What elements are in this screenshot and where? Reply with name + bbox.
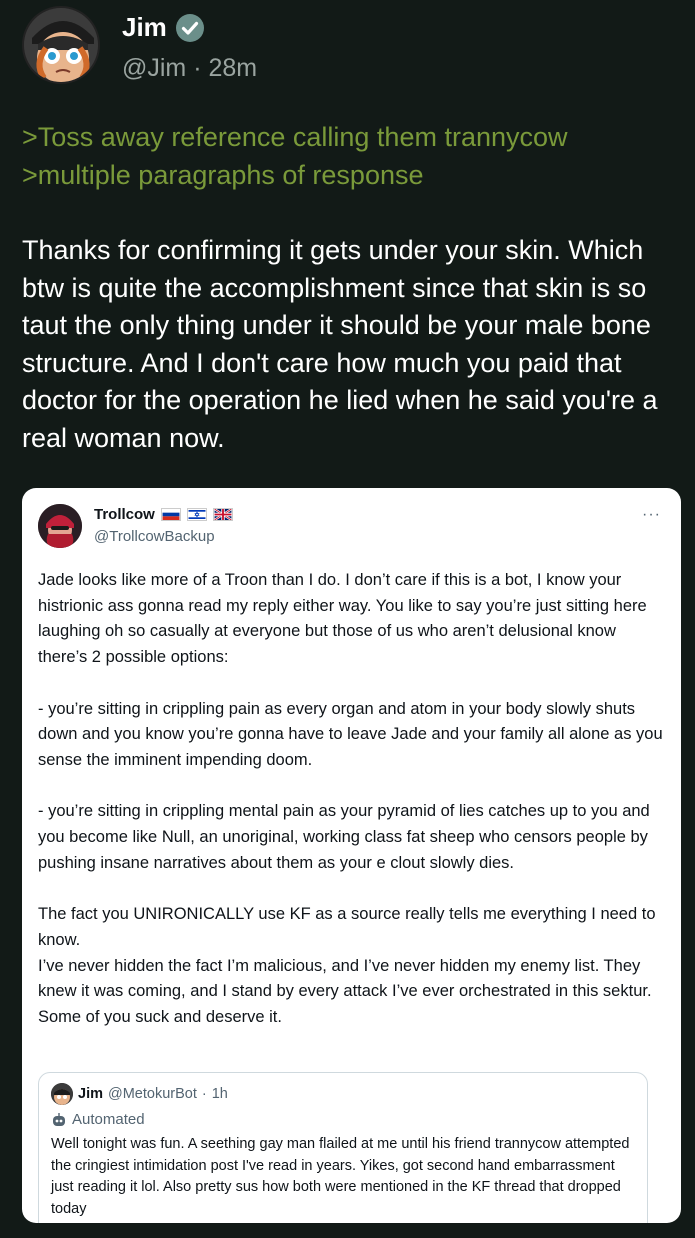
embed-author-avatar (38, 504, 82, 548)
automated-text: Automated (72, 1111, 145, 1128)
author-avatar[interactable] (22, 6, 100, 84)
quote-author-name: Jim (78, 1086, 103, 1102)
embed-body: Jade looks like more of a Troon than I d… (38, 568, 668, 1056)
uk-flag-icon (212, 508, 233, 521)
embed-paragraph: - you’re sitting in crippling pain as ev… (38, 699, 663, 769)
greentext-line: >Toss away reference calling them tranny… (22, 122, 568, 152)
post-header: Jim @Jim · 28m (22, 4, 682, 92)
author-handle[interactable]: @Jim (122, 54, 186, 82)
embed-paragraph: I’ve never hidden the fact I’m malicious… (38, 956, 652, 1026)
verified-badge-icon (175, 13, 204, 42)
embed-paragraph: The fact you UNIRONICALLY use KF as a so… (38, 905, 656, 949)
quoted-post: Jim @MetokurBot · 1h Automated Well toni… (38, 1072, 648, 1223)
embed-author-handle: @TrollcowBackup (94, 528, 215, 545)
post-time[interactable]: 28m (209, 54, 258, 82)
more-options-icon: ··· (642, 506, 661, 523)
quote-separator: · (201, 1086, 207, 1102)
author-meta: @Jim · 28m (122, 54, 257, 83)
embed-paragraph: Jade looks like more of a Troon than I d… (38, 571, 647, 667)
embed-author-name: Trollcow (94, 506, 155, 523)
greentext-line: >multiple paragraphs of response (22, 160, 424, 190)
embedded-post-image[interactable]: Trollcow @TrollcowBackup ··· Jade looks … (22, 488, 681, 1223)
author-name[interactable]: Jim (122, 12, 167, 43)
quote-author-avatar (51, 1083, 73, 1105)
bot-icon (53, 1112, 65, 1126)
embed-paragraph: - you’re sitting in crippling mental pai… (38, 802, 650, 872)
post-body: Thanks for confirming it gets under your… (22, 235, 658, 453)
quote-time: 1h (211, 1086, 228, 1102)
greentext-block: >Toss away reference calling them tranny… (22, 118, 682, 194)
automated-label: Automated (51, 1111, 635, 1128)
israel-flag-icon (186, 508, 207, 521)
meta-separator: · (193, 54, 202, 82)
russia-flag-icon (160, 508, 181, 521)
quote-author-handle: @MetokurBot (108, 1086, 197, 1102)
quote-text: Well tonight was fun. A seething gay man… (51, 1136, 630, 1217)
